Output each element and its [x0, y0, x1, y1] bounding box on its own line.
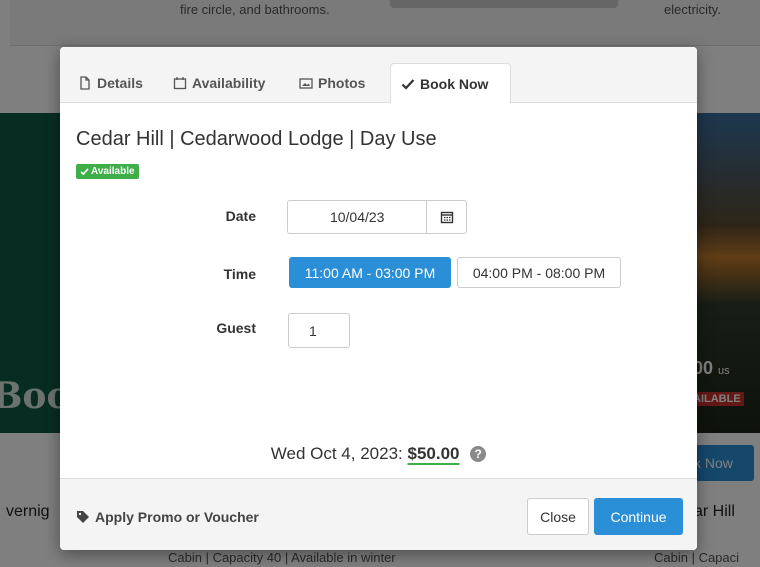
tab-book-now[interactable]: Book Now	[390, 63, 511, 104]
tab-availability[interactable]: Availability	[163, 63, 275, 103]
time-slot-option[interactable]: 04:00 PM - 08:00 PM	[457, 257, 621, 288]
close-button[interactable]: Close	[527, 498, 589, 535]
date-picker-button[interactable]	[426, 201, 466, 233]
tab-label: Availability	[192, 75, 266, 91]
tab-label: Photos	[318, 75, 366, 91]
time-label: Time	[223, 266, 256, 282]
image-icon	[299, 78, 313, 89]
tab-bar: Details Availability Photos Book Now	[60, 47, 697, 104]
continue-button[interactable]: Continue	[594, 498, 683, 535]
tab-label: Book Now	[420, 75, 489, 92]
guest-count-input[interactable]: 1	[288, 313, 350, 348]
tab-details[interactable]: Details	[68, 63, 153, 103]
date-label: Date	[225, 208, 256, 224]
booking-modal: Details Availability Photos Book Now Ced…	[60, 47, 697, 550]
promo-label: Apply Promo or Voucher	[95, 509, 259, 525]
calendar-icon	[173, 77, 187, 90]
date-value[interactable]: 10/04/23	[288, 209, 426, 225]
tab-photos[interactable]: Photos	[289, 63, 375, 103]
status-badge: Available	[76, 164, 139, 179]
tag-icon	[77, 511, 89, 523]
total-price: $50.00	[407, 444, 460, 463]
total-date: Wed Oct 4, 2023:	[270, 444, 403, 463]
status-badge-label: Available	[91, 166, 135, 177]
time-slot-option[interactable]: 11:00 AM - 03:00 PM	[289, 257, 451, 288]
apply-promo-link[interactable]: Apply Promo or Voucher	[76, 509, 259, 525]
tab-label: Details	[97, 75, 143, 91]
booking-total: Wed Oct 4, 2023: $50.00 ?	[60, 444, 697, 464]
check-icon	[80, 168, 89, 176]
calendar-icon	[440, 211, 453, 224]
help-icon[interactable]: ?	[470, 446, 487, 462]
guest-label: Guest	[216, 320, 256, 336]
date-field[interactable]: 10/04/23	[287, 200, 467, 234]
modal-title: Cedar Hill | Cedarwood Lodge | Day Use	[76, 128, 437, 150]
modal-footer: Apply Promo or Voucher Close Continue	[60, 478, 697, 550]
file-icon	[80, 76, 90, 90]
check-icon	[401, 78, 415, 90]
